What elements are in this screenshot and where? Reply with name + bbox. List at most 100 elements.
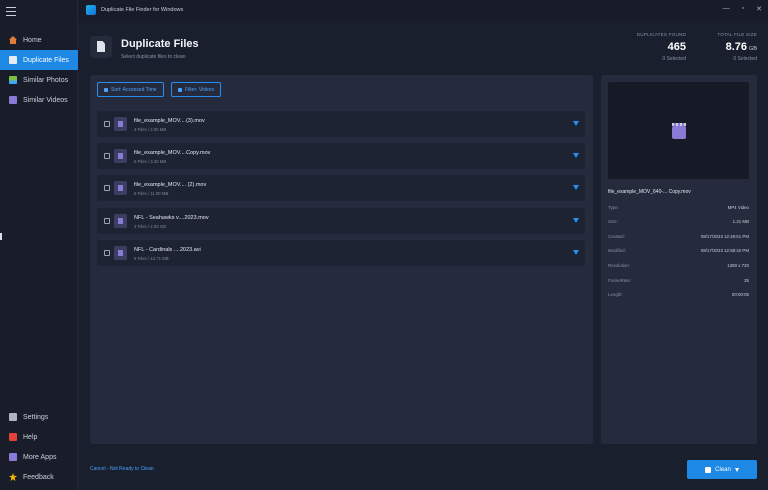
preview-property: Created: 08/17/2023 12:49:51 PM: [608, 234, 749, 242]
video-clapper-icon: [672, 123, 686, 139]
table-row[interactable]: NFL - Cardinals ....2023.avi 5 Files / 1…: [97, 240, 585, 266]
maximize-button[interactable]: ▫: [742, 5, 744, 13]
property-key: Size:: [608, 219, 618, 224]
property-key: Created:: [608, 234, 625, 239]
stat-size-unit: GB: [749, 46, 757, 52]
property-value: 1.31 MB: [732, 219, 749, 224]
group-name: NFL - Seahawks v....2023.mov: [134, 215, 209, 221]
sidebar-item-help[interactable]: Help: [0, 427, 78, 447]
chevron-down-icon[interactable]: [573, 185, 579, 190]
sidebar-item-similar-videos[interactable]: Similar Videos: [0, 90, 78, 110]
chevron-down-icon[interactable]: [573, 250, 579, 255]
apps-icon: [9, 453, 17, 461]
property-value: 25: [744, 278, 749, 283]
filter-icon: [178, 87, 182, 92]
app-window: Home Duplicate Files Similar Photos Simi…: [0, 0, 768, 490]
stat-value: 465: [667, 41, 686, 53]
group-name: file_example_MOV.... (2).mov: [134, 182, 207, 188]
sidebar-item-home[interactable]: Home: [0, 30, 78, 50]
gear-icon: [9, 413, 17, 421]
group-checkbox[interactable]: [104, 185, 110, 191]
group-info: 8 Files / 11.08 MB: [134, 191, 169, 196]
table-row[interactable]: file_example_MOV.... (2).mov 8 Files / 1…: [97, 175, 585, 201]
sort-label: Sort: Accessed Time: [111, 86, 157, 93]
sidebar-indicator: [0, 233, 2, 240]
broom-icon: [705, 466, 712, 473]
sidebar-item-feedback[interactable]: Feedback: [0, 467, 78, 487]
table-row[interactable]: file_example_MOV....Copy.mov 5 Files / 3…: [97, 143, 585, 169]
sort-icon: [104, 87, 108, 92]
hamburger-menu-icon[interactable]: [6, 7, 16, 16]
video-file-icon: [114, 214, 127, 228]
stat-selected: 0 Selected: [733, 56, 757, 62]
sidebar-item-label: Duplicate Files: [23, 56, 69, 64]
star-icon: [9, 473, 17, 481]
document-icon: [9, 56, 17, 64]
sidebar-item-label: Settings: [23, 413, 49, 421]
property-value: 08/17/2023 12:49:51 PM: [700, 234, 749, 239]
title-bar: Duplicate File Finder for Windows — ▫ ✕: [78, 0, 768, 20]
chevron-down-icon[interactable]: [573, 218, 579, 223]
sidebar-item-settings[interactable]: Settings: [0, 407, 78, 427]
video-file-icon: [114, 117, 127, 131]
sidebar-item-duplicate-files[interactable]: Duplicate Files: [0, 50, 78, 70]
app-title: Duplicate File Finder for Windows: [101, 7, 184, 13]
stat-label: TOTAL FILE SIZE: [717, 32, 757, 37]
preview-property: FrameRate: 25: [608, 278, 749, 286]
sidebar-item-label: Similar Photos: [23, 76, 69, 84]
preview-property: Size: 1.31 MB: [608, 219, 749, 227]
property-value: 00:00:05: [731, 292, 749, 297]
sort-button[interactable]: Sort: Accessed Time: [97, 82, 164, 97]
preview-property: Modified: 08/17/2023 12:58:32 PM: [608, 248, 749, 256]
close-button[interactable]: ✕: [756, 5, 762, 13]
chevron-down-icon[interactable]: [573, 121, 579, 126]
video-file-icon: [114, 149, 127, 163]
property-key: Type:: [608, 205, 619, 210]
preview-filename: file_example_MOV_640-... Copy.mov: [608, 189, 691, 195]
sidebar-item-similar-photos[interactable]: Similar Photos: [0, 70, 78, 90]
stat-total-size: TOTAL FILE SIZE 8.76 GB 0 Selected: [717, 32, 757, 62]
chevron-down-icon: [734, 467, 739, 472]
group-checkbox[interactable]: [104, 121, 110, 127]
preview-property: Resolution: 1280 x 720: [608, 263, 749, 271]
property-key: Resolution:: [608, 263, 630, 268]
stat-label: DUPLICATES FOUND: [636, 32, 686, 37]
stat-duplicates-found: DUPLICATES FOUND 465 0 Selected: [637, 32, 686, 62]
property-value: MP4 Video: [727, 205, 749, 210]
cancel-status-link[interactable]: Cancel - Not Ready to Clean: [90, 466, 154, 472]
group-checkbox[interactable]: [104, 153, 110, 159]
stat-size-value: 8.76: [725, 41, 748, 53]
stat-value: 8.76 GB: [717, 41, 757, 53]
group-info: 5 Files / 13.71 MB: [134, 256, 169, 261]
sidebar-item-label: Similar Videos: [23, 96, 68, 104]
sidebar: Home Duplicate Files Similar Photos Simi…: [0, 0, 78, 490]
filter-label: Filter: Videos: [185, 86, 215, 93]
page-title: Duplicate Files: [121, 38, 199, 50]
video-file-icon: [114, 246, 127, 260]
sidebar-item-label: Help: [23, 433, 38, 441]
property-key: Length:: [608, 292, 623, 297]
help-icon: [9, 433, 17, 441]
group-checkbox[interactable]: [104, 218, 110, 224]
group-checkbox[interactable]: [104, 250, 110, 256]
minimize-button[interactable]: —: [723, 5, 730, 13]
sidebar-item-more-apps[interactable]: More Apps: [0, 447, 78, 467]
sidebar-item-label: More Apps: [23, 453, 57, 461]
clean-label: Clean: [715, 466, 731, 473]
sidebar-item-label: Home: [23, 36, 42, 44]
chevron-down-icon[interactable]: [573, 153, 579, 158]
property-value: 08/17/2023 12:58:32 PM: [700, 248, 749, 253]
home-icon: [9, 36, 17, 44]
group-name: file_example_MOV....(3).mov: [134, 118, 205, 124]
app-logo-icon: [86, 5, 96, 15]
clean-button[interactable]: Clean: [687, 460, 757, 479]
group-name: NFL - Cardinals ....2023.avi: [134, 247, 201, 253]
group-info: 5 Files / 3.30 MB: [134, 159, 167, 164]
table-row[interactable]: file_example_MOV....(3).mov 3 Files / 2.…: [97, 111, 585, 137]
window-controls: — ▫ ✕: [723, 5, 762, 13]
table-row[interactable]: NFL - Seahawks v....2023.mov 3 Files / 2…: [97, 208, 585, 234]
filter-button[interactable]: Filter: Videos: [171, 82, 222, 97]
photo-icon: [9, 76, 17, 84]
property-key: FrameRate:: [608, 278, 632, 283]
preview-property: Type: MP4 Video: [608, 205, 749, 213]
